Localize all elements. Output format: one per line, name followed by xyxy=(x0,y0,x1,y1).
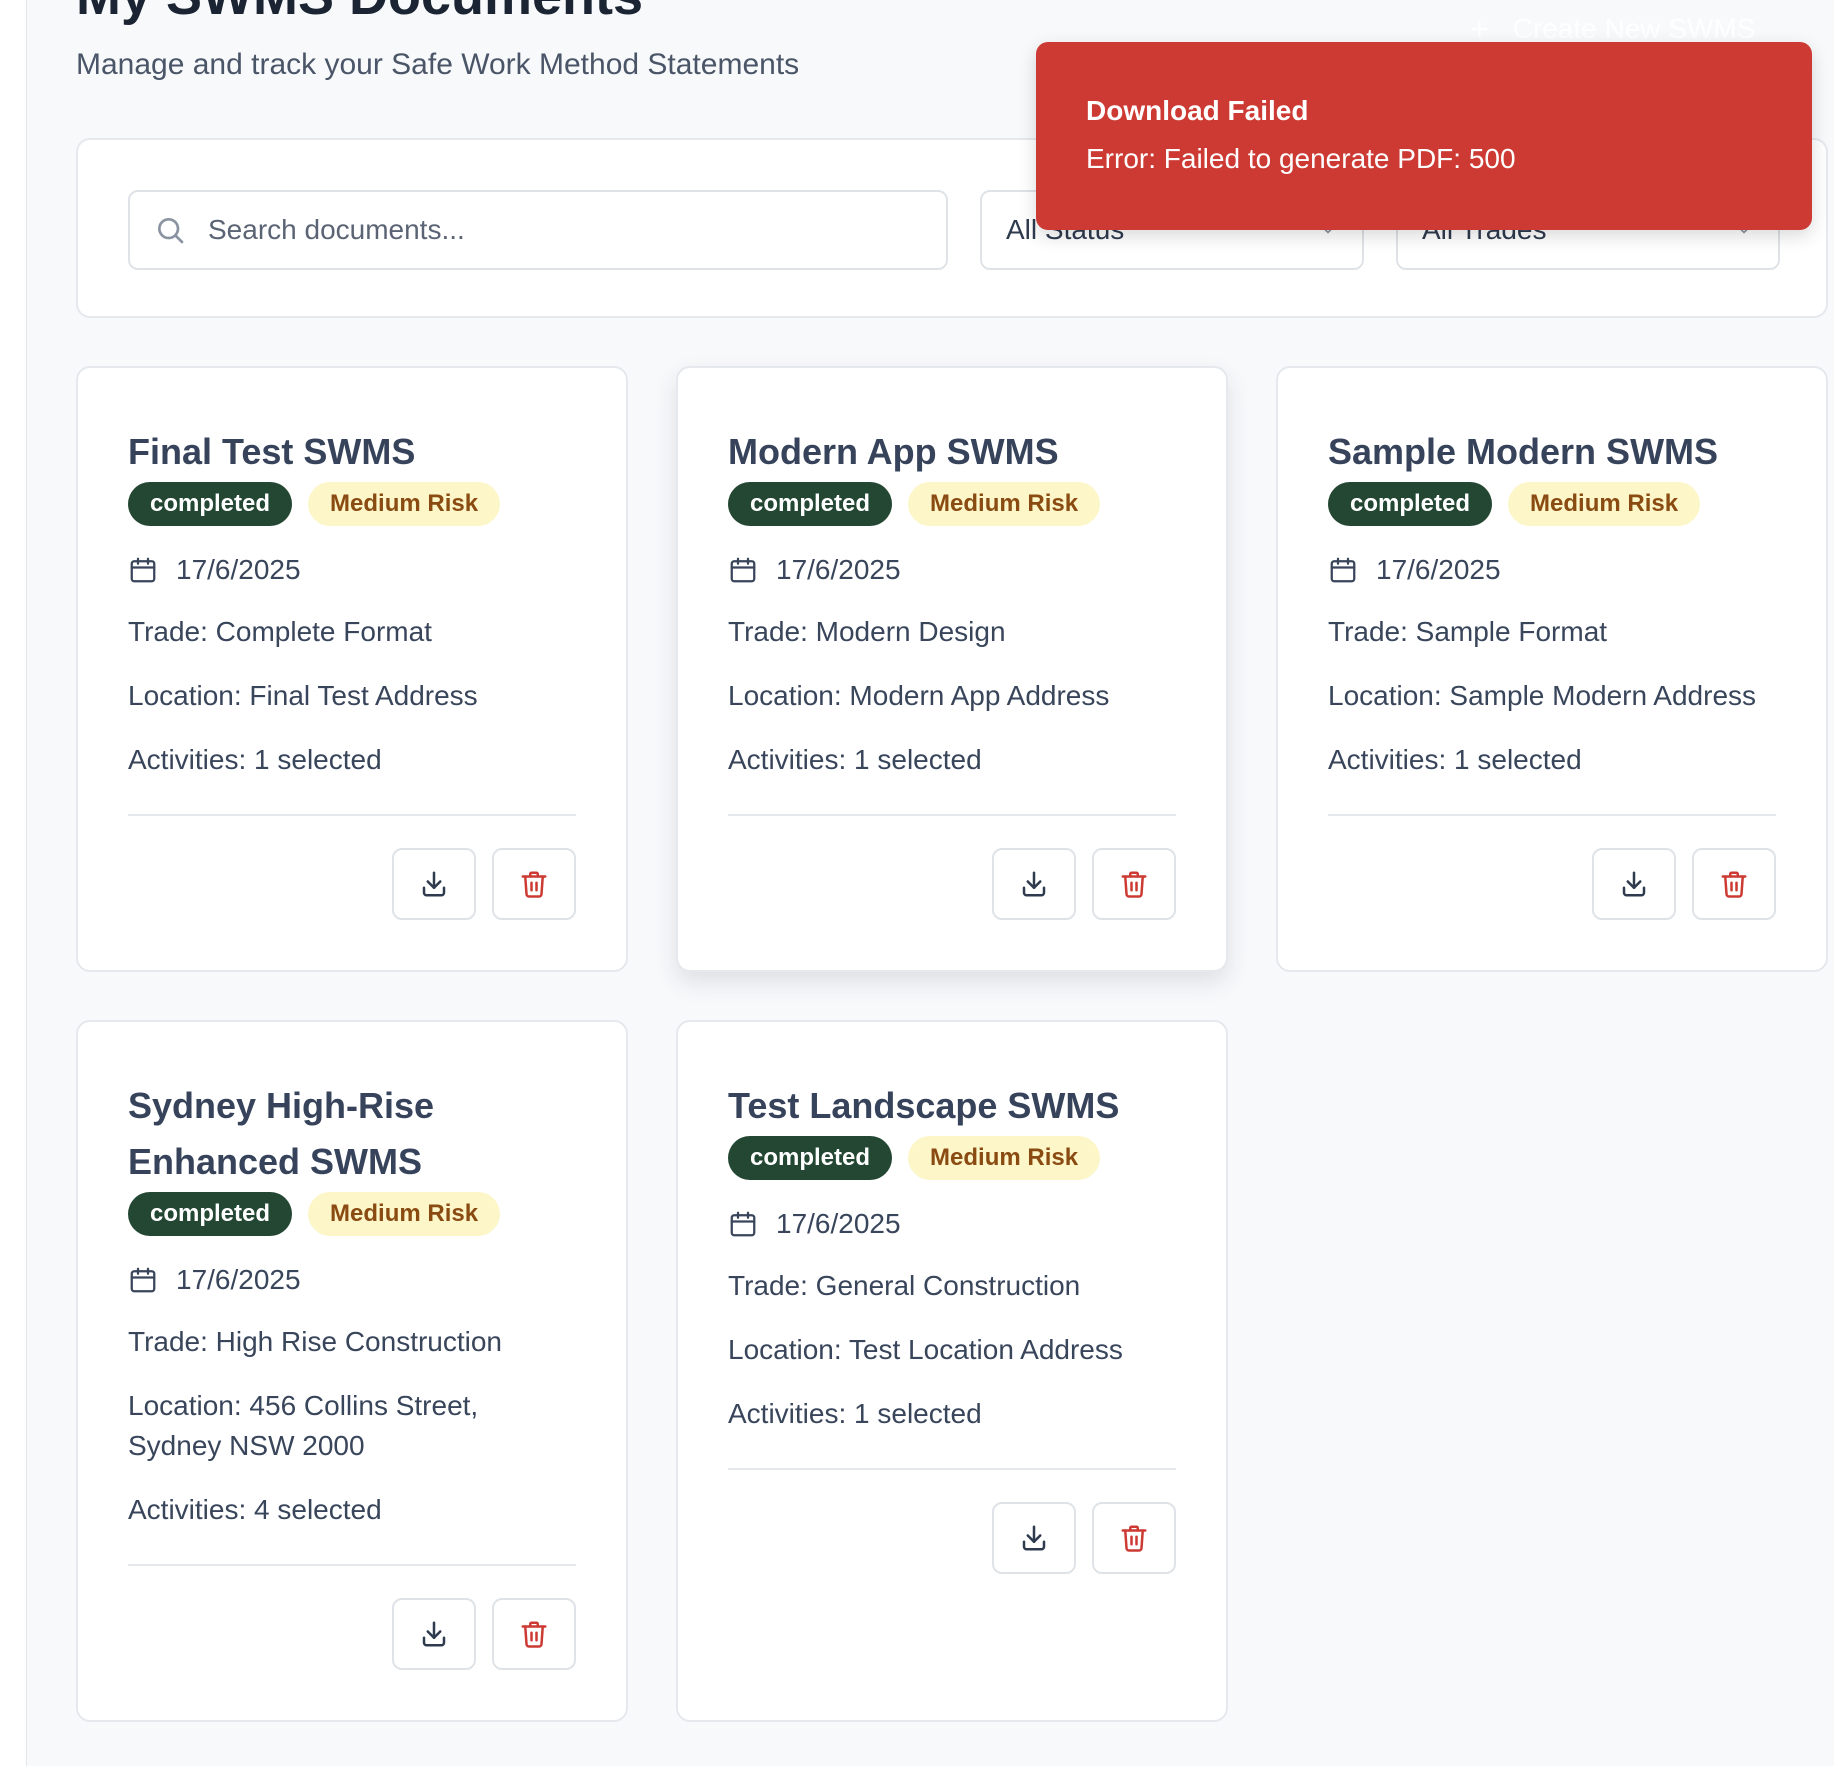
document-location: Location: Modern App Address xyxy=(728,680,1110,711)
create-new-swms-label: Create New SWMS xyxy=(1512,13,1756,44)
status-badge: completed xyxy=(128,1192,293,1236)
document-date: 17/6/2025 xyxy=(176,554,301,585)
document-activities: Activities: 1 selected xyxy=(128,744,382,775)
download-icon xyxy=(422,1621,446,1647)
trash-icon xyxy=(521,1621,547,1648)
risk-badge: Medium Risk xyxy=(1508,482,1701,526)
delete-button[interactable] xyxy=(492,848,576,920)
delete-button[interactable] xyxy=(1092,1502,1176,1574)
document-trade: Trade: Complete Format xyxy=(128,616,432,647)
calendar-icon xyxy=(130,1267,156,1293)
document-title: Sample Modern SWMS xyxy=(1328,431,1719,472)
document-title: Modern App SWMS xyxy=(728,431,1059,472)
calendar-icon xyxy=(730,557,756,583)
document-date: 17/6/2025 xyxy=(776,1208,901,1239)
document-activities: Activities: 1 selected xyxy=(728,744,982,775)
risk-badge: Medium Risk xyxy=(308,482,501,526)
download-icon xyxy=(1022,871,1046,897)
risk-badge: Medium Risk xyxy=(908,482,1101,526)
download-button[interactable] xyxy=(992,1502,1076,1574)
document-title: Sydney High-Rise Enhanced SWMS xyxy=(128,1085,435,1182)
search-box[interactable] xyxy=(128,190,948,270)
document-card: Test Landscape SWMS completed Medium Ris… xyxy=(676,1020,1228,1722)
calendar-icon xyxy=(130,557,156,583)
status-badge: completed xyxy=(128,482,293,526)
document-trade: Trade: Sample Format xyxy=(1328,616,1608,647)
risk-badge: Medium Risk xyxy=(908,1136,1101,1180)
document-card: Sample Modern SWMS completed Medium Risk… xyxy=(1276,366,1828,972)
error-toast[interactable]: Download Failed Error: Failed to generat… xyxy=(1036,42,1812,230)
status-badge: completed xyxy=(728,1136,893,1180)
document-card: Sydney High-Rise Enhanced SWMS completed… xyxy=(76,1020,628,1722)
document-activities: Activities: 4 selected xyxy=(128,1494,382,1525)
document-title: Final Test SWMS xyxy=(128,431,416,472)
trash-icon xyxy=(1721,871,1747,898)
calendar-icon xyxy=(730,1211,756,1237)
document-location: Location: Sample Modern Address xyxy=(1328,680,1757,711)
toast-title: Download Failed xyxy=(1086,95,1309,126)
delete-button[interactable] xyxy=(1692,848,1776,920)
download-button[interactable] xyxy=(992,848,1076,920)
delete-button[interactable] xyxy=(1092,848,1176,920)
document-activities: Activities: 1 selected xyxy=(728,1398,982,1429)
document-location: Location: 456 Collins Street, Sydney NSW… xyxy=(128,1390,479,1461)
document-card: Final Test SWMS completed Medium Risk 17… xyxy=(76,366,628,972)
sidebar xyxy=(0,0,27,1766)
document-card: Modern App SWMS completed Medium Risk 17… xyxy=(676,366,1228,972)
document-trade: Trade: High Rise Construction xyxy=(128,1326,503,1357)
search-input[interactable] xyxy=(208,214,908,246)
document-activities: Activities: 1 selected xyxy=(1328,744,1582,775)
document-location: Location: Test Location Address xyxy=(728,1334,1123,1365)
status-badge: completed xyxy=(728,482,893,526)
trash-icon xyxy=(1121,1525,1147,1552)
download-button[interactable] xyxy=(392,848,476,920)
status-badge: completed xyxy=(1328,482,1493,526)
trash-icon xyxy=(521,871,547,898)
page-title: My SWMS Documents xyxy=(76,0,643,24)
document-title: Test Landscape SWMS xyxy=(728,1085,1120,1126)
download-icon xyxy=(1622,871,1646,897)
trash-icon xyxy=(1121,871,1147,898)
download-icon xyxy=(422,871,446,897)
delete-button[interactable] xyxy=(492,1598,576,1670)
download-button[interactable] xyxy=(1592,848,1676,920)
document-date: 17/6/2025 xyxy=(1376,554,1501,585)
document-date: 17/6/2025 xyxy=(776,554,901,585)
risk-badge: Medium Risk xyxy=(308,1192,501,1236)
toast-message: Error: Failed to generate PDF: 500 xyxy=(1086,143,1516,174)
download-icon xyxy=(1022,1525,1046,1551)
download-button[interactable] xyxy=(392,1598,476,1670)
document-trade: Trade: Modern Design xyxy=(728,616,1006,647)
document-trade: Trade: General Construction xyxy=(728,1270,1081,1301)
search-icon xyxy=(158,218,184,244)
calendar-icon xyxy=(1330,557,1356,583)
page-subtitle: Manage and track your Safe Work Method S… xyxy=(76,48,800,81)
document-date: 17/6/2025 xyxy=(176,1264,301,1295)
document-location: Location: Final Test Address xyxy=(128,680,478,711)
